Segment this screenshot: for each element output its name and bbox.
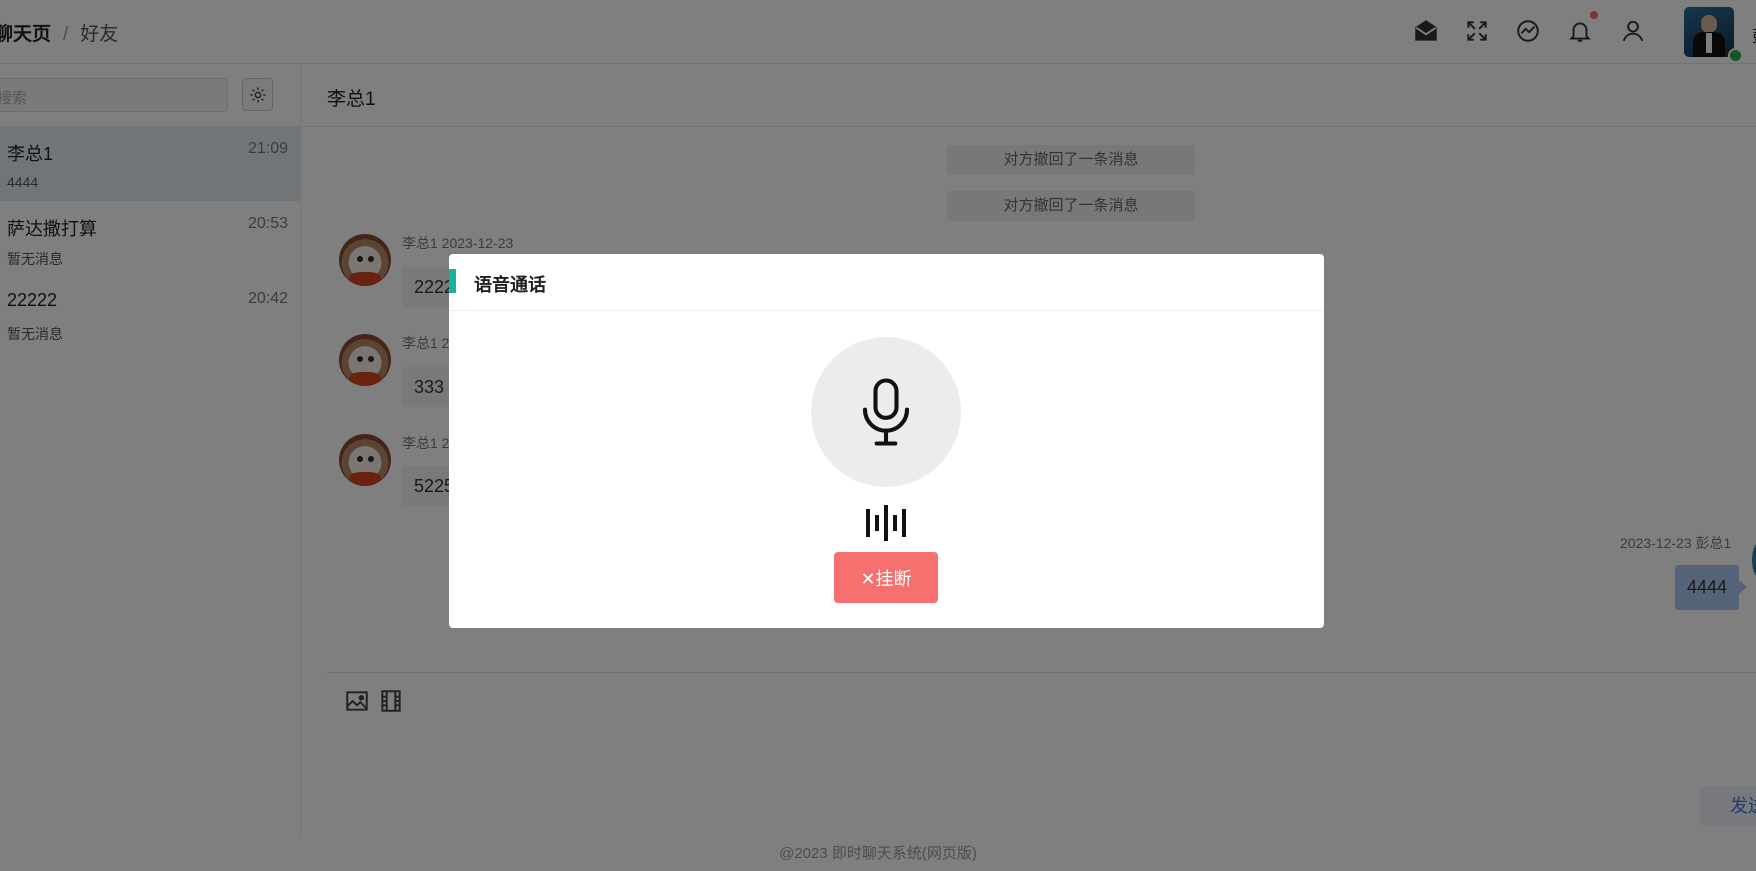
voice-call-dialog: 语音通话 ✕挂断 <box>449 254 1324 628</box>
dialog-header: 语音通话 <box>449 254 1324 311</box>
microphone-icon <box>811 337 961 487</box>
hangup-button[interactable]: ✕挂断 <box>834 552 938 603</box>
dialog-title: 语音通话 <box>474 275 546 295</box>
chat-app: 聊天页/好友 彭 搜索 李总1 21:09 4 <box>0 0 1756 871</box>
dialog-accent-bar <box>449 269 456 293</box>
sound-wave-icon <box>864 503 912 543</box>
